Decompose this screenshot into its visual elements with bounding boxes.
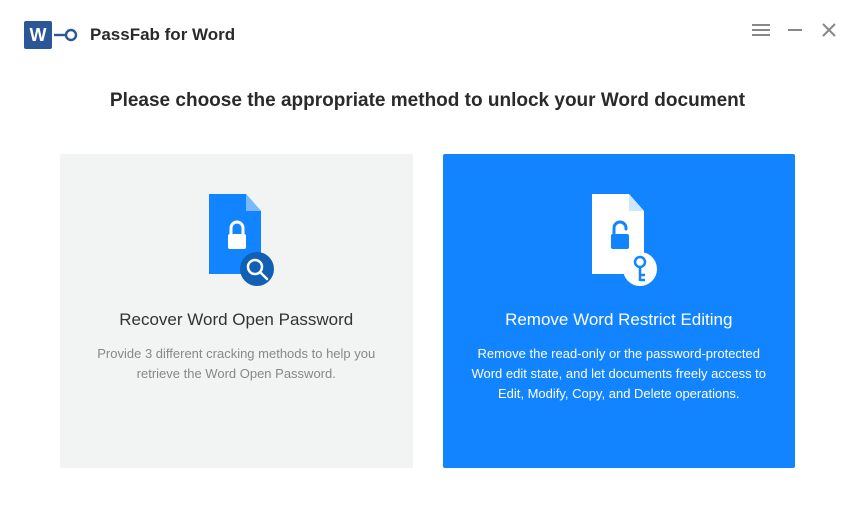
menu-icon[interactable] — [751, 20, 771, 40]
page-heading: Please choose the appropriate method to … — [0, 90, 855, 112]
recover-card-desc: Provide 3 different cracking methods to … — [84, 344, 389, 384]
window-controls — [751, 20, 839, 40]
recover-card-title: Recover Word Open Password — [84, 310, 389, 330]
word-logo-icon: W — [24, 21, 52, 49]
remove-card-title: Remove Word Restrict Editing — [467, 310, 772, 330]
key-connector-icon — [54, 28, 78, 42]
remove-card-desc: Remove the read-only or the password-pro… — [467, 344, 772, 404]
method-cards: Recover Word Open Password Provide 3 dif… — [0, 154, 855, 468]
document-locked-search-icon — [84, 184, 389, 294]
document-unlocked-key-icon — [467, 184, 772, 294]
remove-restrict-card[interactable]: Remove Word Restrict Editing Remove the … — [443, 154, 796, 468]
close-icon[interactable] — [819, 20, 839, 40]
brand: W PassFab for Word — [24, 21, 235, 49]
titlebar: W PassFab for Word — [0, 0, 855, 60]
recover-password-card[interactable]: Recover Word Open Password Provide 3 dif… — [60, 154, 413, 468]
app-title: PassFab for Word — [90, 25, 235, 45]
minimize-icon[interactable] — [785, 20, 805, 40]
